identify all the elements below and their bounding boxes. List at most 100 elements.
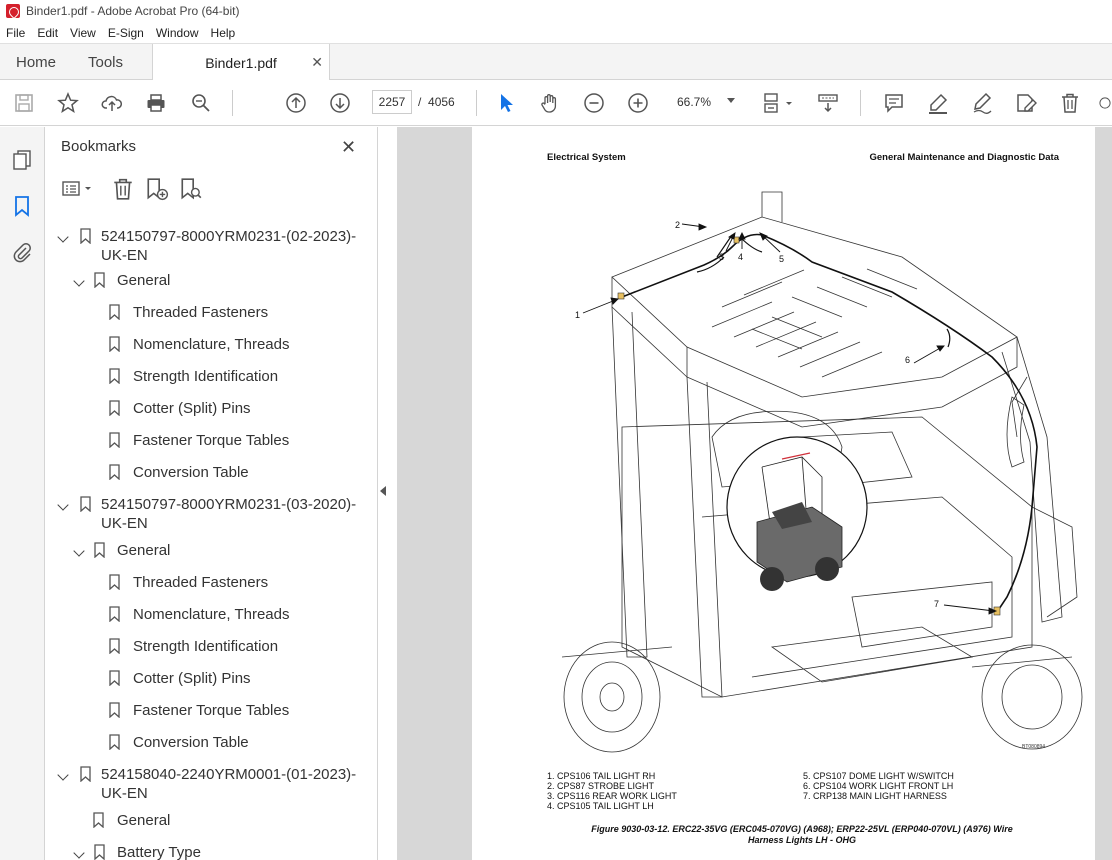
bookmark-icon [109, 304, 120, 320]
tab-document[interactable]: Binder1.pdf ✕ [152, 44, 330, 81]
pdf-page: Electrical System General Maintenance an… [472, 127, 1095, 860]
bookmark-icon [109, 400, 120, 416]
zoom-search-icon[interactable] [189, 91, 213, 115]
bookmark-label: General [117, 542, 171, 559]
close-tab-icon[interactable]: ✕ [311, 54, 323, 71]
bookmark-icon [80, 766, 91, 782]
scroll-mode-icon[interactable] [816, 91, 840, 115]
menu-esign[interactable]: E-Sign [102, 26, 150, 40]
edit-document-icon[interactable] [1014, 91, 1038, 115]
chevron-down-icon[interactable] [57, 231, 69, 243]
menu-window[interactable]: Window [150, 26, 205, 40]
bookmark-label: Threaded Fasteners [133, 304, 269, 321]
select-cursor-icon[interactable] [494, 91, 518, 115]
page-thumbnails-icon[interactable] [11, 149, 33, 171]
bookmark-icon [109, 670, 120, 686]
zoom-level-select[interactable]: 66.7% [669, 90, 741, 114]
bookmark-label: Conversion Table [133, 464, 249, 481]
bookmark-label-continued: UK-EN [101, 247, 148, 264]
callout-label: 6 [905, 355, 911, 365]
page-number-input[interactable]: 2257 [372, 90, 412, 114]
bookmark-label-continued: UK-EN [101, 785, 148, 802]
bookmarks-toolbar [59, 177, 359, 203]
save-icon[interactable] [12, 91, 36, 115]
star-icon[interactable] [56, 91, 80, 115]
draw-pen-icon[interactable] [970, 91, 994, 115]
bookmark-icon [80, 228, 91, 244]
bookmark-icon [109, 368, 120, 384]
highlight-pen-icon[interactable] [926, 91, 950, 115]
tab-tools[interactable]: Tools [88, 44, 123, 80]
callout-label: 7 [934, 599, 940, 609]
bookmark-panel-icon[interactable] [11, 195, 33, 217]
zoom-out-icon[interactable] [582, 91, 606, 115]
bookmark-icon [94, 272, 105, 288]
bookmark-icon [109, 464, 120, 480]
bookmark-label: Battery Type [117, 844, 201, 860]
bookmarks-title: Bookmarks [61, 138, 137, 155]
zoom-in-icon[interactable] [626, 91, 650, 115]
bookmark-icon [109, 734, 120, 750]
bookmark-label: Strength Identification [133, 368, 279, 385]
bookmark-label: Nomenclature, Threads [133, 336, 290, 353]
tab-home[interactable]: Home [16, 44, 56, 80]
next-page-icon[interactable] [328, 91, 352, 115]
toolbar-separator [860, 90, 861, 116]
bookmark-options-icon[interactable] [61, 177, 97, 201]
menu-file[interactable]: File [0, 26, 31, 40]
page-total-value: 4056 [428, 95, 455, 109]
hand-tool-icon[interactable] [538, 91, 562, 115]
find-bookmark-icon[interactable] [179, 177, 203, 201]
callout-label: 2 [675, 220, 681, 230]
page-total: / 4056 [418, 95, 455, 109]
legend-item: 2. CPS87 STROBE LIGHT [547, 781, 655, 791]
bookmark-label: 524158040-2240YRM0001-(01-2023)- [101, 766, 357, 783]
tab-document-label: Binder1.pdf [205, 54, 277, 71]
page-header-left: Electrical System [547, 152, 626, 163]
toolbar-separator [476, 90, 477, 116]
tab-bar: Home Tools Binder1.pdf ✕ [0, 44, 1112, 81]
collapse-panel-icon[interactable] [380, 486, 386, 496]
bookmark-label: Fastener Torque Tables [133, 432, 290, 449]
bookmark-icon [94, 542, 105, 558]
delete-bookmark-icon[interactable] [111, 177, 135, 201]
bookmark-label: 524150797-8000YRM0231-(03-2020)- [101, 496, 357, 513]
chevron-down-icon[interactable] [73, 275, 85, 287]
new-bookmark-icon[interactable] [145, 177, 169, 201]
page-fit-icon[interactable] [760, 91, 796, 115]
bookmark-label: Cotter (Split) Pins [133, 670, 251, 687]
toolbar-separator [232, 90, 233, 116]
page-separator: / [418, 95, 422, 109]
print-icon[interactable] [144, 91, 168, 115]
menu-view[interactable]: View [64, 26, 102, 40]
legend-item: 7. CRP138 MAIN LIGHT HARNESS [803, 791, 947, 801]
bookmark-icon [93, 812, 104, 828]
legend-right: 5. CPS107 DOME LIGHT W/SWITCH 6. CPS104 … [803, 771, 954, 801]
close-panel-icon[interactable]: ✕ [341, 137, 356, 158]
bookmark-label-continued: UK-EN [101, 515, 148, 532]
legend-item: 3. CPS116 REAR WORK LIGHT [547, 791, 677, 801]
more-tools-icon[interactable] [1098, 91, 1112, 115]
menu-help[interactable]: Help [205, 26, 242, 40]
chevron-down-icon[interactable] [73, 545, 85, 557]
bookmark-label: Conversion Table [133, 734, 249, 751]
bookmark-label: Threaded Fasteners [133, 574, 269, 591]
chevron-down-icon[interactable] [73, 847, 85, 859]
cloud-upload-icon[interactable] [100, 91, 124, 115]
legend-left: 1. CPS106 TAIL LIGHT RH 2. CPS87 STROBE … [547, 771, 677, 811]
callout-label: 4 [738, 252, 744, 262]
legend-item: 4. CPS105 TAIL LIGHT LH [547, 801, 654, 811]
previous-page-icon[interactable] [284, 91, 308, 115]
comment-icon[interactable] [882, 91, 906, 115]
chevron-down-icon[interactable] [57, 769, 69, 781]
bookmark-label: General [117, 272, 171, 289]
chevron-down-icon[interactable] [57, 499, 69, 511]
bookmark-label: Nomenclature, Threads [133, 606, 290, 623]
window-title: Binder1.pdf - Adobe Acrobat Pro (64-bit) [26, 4, 240, 18]
delete-icon[interactable] [1058, 91, 1082, 115]
left-navigation-rail [0, 127, 45, 860]
attachments-icon[interactable] [11, 241, 33, 263]
document-viewer[interactable]: Electrical System General Maintenance an… [397, 127, 1112, 860]
menu-edit[interactable]: Edit [31, 26, 64, 40]
wire-harness-illustration [561, 191, 1083, 753]
